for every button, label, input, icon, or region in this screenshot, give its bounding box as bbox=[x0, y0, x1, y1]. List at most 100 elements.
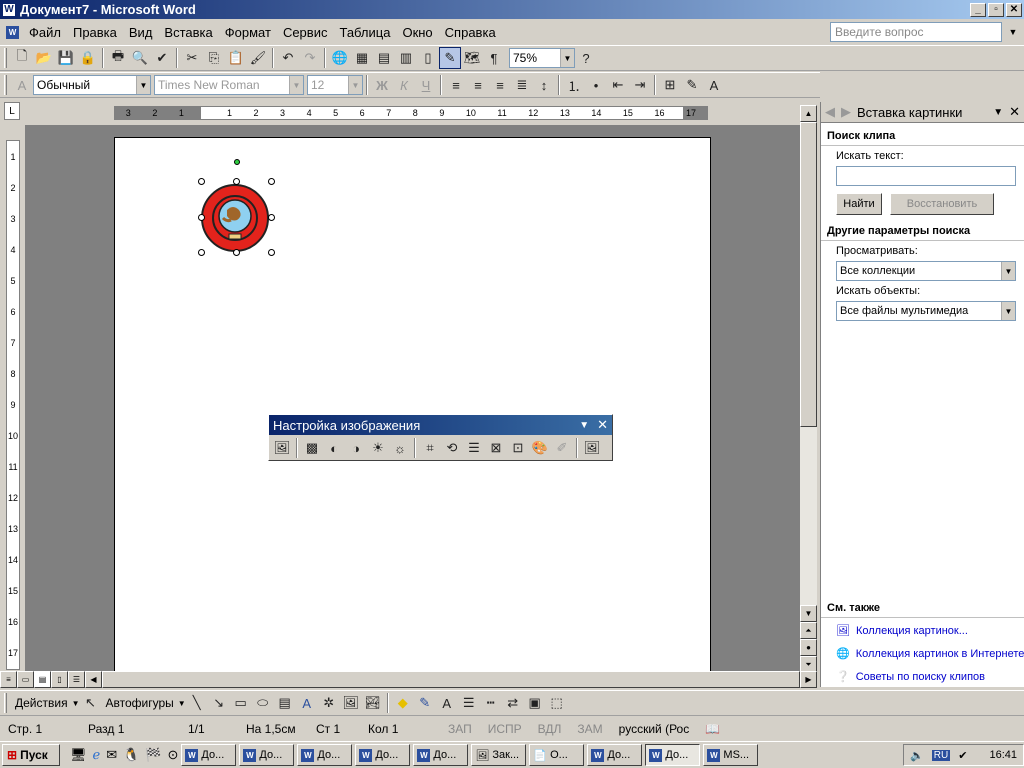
undo-icon[interactable]: ↶ bbox=[277, 47, 299, 69]
tables-borders-icon[interactable]: ▦ bbox=[351, 47, 373, 69]
toolbar-grip[interactable] bbox=[4, 48, 7, 68]
insert-picture-icon[interactable]: 🖼 bbox=[271, 437, 293, 459]
collections-select[interactable]: Все коллекции ▼ bbox=[836, 261, 1016, 281]
resize-handle[interactable] bbox=[233, 178, 240, 185]
search-text-input[interactable] bbox=[836, 166, 1016, 186]
numbering-icon[interactable]: ⒈ bbox=[563, 74, 585, 96]
taskbar-button[interactable]: W До... bbox=[587, 744, 643, 766]
web-view-icon[interactable]: ▭ bbox=[17, 671, 34, 688]
align-right-icon[interactable]: ≡ bbox=[489, 74, 511, 96]
select-browse-object-icon[interactable]: ● bbox=[800, 639, 817, 656]
ask-question-input[interactable]: Введите вопрос bbox=[830, 22, 1002, 42]
text-box-icon[interactable]: ▤ bbox=[274, 692, 296, 714]
vertical-ruler[interactable]: 1 2 3 4 5 6 7 8 9 10 11 12 13 14 15 16 1… bbox=[6, 140, 20, 670]
close-icon[interactable]: ✕ bbox=[597, 417, 608, 433]
rotate-handle[interactable] bbox=[234, 159, 240, 165]
insert-picture-icon[interactable]: 🏞 bbox=[362, 692, 384, 714]
clips-online-link[interactable]: 🌐 Коллекция картинок в Интернете bbox=[836, 647, 1024, 661]
resize-handle[interactable] bbox=[268, 214, 275, 221]
format-picture-icon[interactable]: 🎨 bbox=[529, 437, 551, 459]
spelling-icon[interactable]: ✔ bbox=[151, 47, 173, 69]
less-contrast-icon[interactable]: ◑ bbox=[345, 437, 367, 459]
media-type-select[interactable]: Все файлы мультимедиа ▼ bbox=[836, 301, 1016, 321]
quicklaunch2-icon[interactable]: 🏁 bbox=[145, 747, 161, 763]
crop-icon[interactable]: ⌗ bbox=[419, 437, 441, 459]
close-icon[interactable]: ✕ bbox=[1009, 104, 1020, 120]
horizontal-ruler[interactable]: 3 2 1 1 2 3 4 5 6 7 8 9 10 11 12 13 14 1… bbox=[114, 106, 708, 120]
outline-view-icon[interactable]: ☰ bbox=[68, 671, 85, 688]
resize-handle[interactable] bbox=[198, 178, 205, 185]
wordart-icon[interactable]: A bbox=[296, 692, 318, 714]
align-center-icon[interactable]: ≡ bbox=[467, 74, 489, 96]
insert-table-icon[interactable]: ▤ bbox=[373, 47, 395, 69]
clipart-globe[interactable] bbox=[199, 182, 271, 254]
diagram-icon[interactable]: ✲ bbox=[318, 692, 340, 714]
redo-icon[interactable]: ↷ bbox=[299, 47, 321, 69]
align-left-icon[interactable]: ≡ bbox=[445, 74, 467, 96]
borders-icon[interactable]: ⊞ bbox=[659, 74, 681, 96]
text-wrapping-icon[interactable]: ⊡ bbox=[507, 437, 529, 459]
toolbar-grip[interactable] bbox=[4, 75, 7, 95]
3d-icon[interactable]: ⬚ bbox=[546, 692, 568, 714]
taskbar-button[interactable]: W До... bbox=[181, 744, 237, 766]
autoshapes-menu[interactable]: Автофигуры bbox=[102, 696, 178, 710]
save-icon[interactable]: 💾 bbox=[55, 47, 77, 69]
resize-handle[interactable] bbox=[198, 214, 205, 221]
status-rec[interactable]: ЗАП bbox=[440, 722, 480, 736]
print-preview-icon[interactable]: 🔍 bbox=[129, 47, 151, 69]
quicklaunch3-icon[interactable]: ⊙ bbox=[168, 747, 179, 763]
scroll-down-icon[interactable]: ▼ bbox=[800, 605, 817, 622]
chevron-down-icon[interactable]: ▼ bbox=[993, 107, 1003, 118]
maximize-button[interactable]: ▫ bbox=[988, 2, 1004, 17]
volume-icon[interactable]: 🔈 bbox=[910, 749, 924, 762]
menu-help[interactable]: Справка bbox=[439, 25, 502, 40]
taskbar-button-active[interactable]: W До... bbox=[645, 744, 701, 766]
taskbar-button[interactable]: W До... bbox=[355, 744, 411, 766]
spelling-status-icon[interactable]: 📖 bbox=[697, 722, 728, 736]
line-spacing-icon[interactable]: ↕ bbox=[533, 74, 555, 96]
reading-layout-icon[interactable]: ▯ bbox=[51, 671, 68, 688]
ie-icon[interactable]: ℯ bbox=[93, 747, 101, 763]
toolbar-grip[interactable] bbox=[4, 693, 7, 713]
taskbar-button[interactable]: W До... bbox=[239, 744, 295, 766]
status-trk[interactable]: ИСПР bbox=[480, 722, 530, 736]
font-size-select[interactable]: 12 ▼ bbox=[307, 75, 363, 95]
prev-page-icon[interactable]: ⏶ bbox=[800, 622, 817, 639]
resize-handle[interactable] bbox=[198, 249, 205, 256]
styles-icon[interactable]: A bbox=[11, 74, 33, 96]
taskbar-button[interactable]: W До... bbox=[413, 744, 469, 766]
zoom-select[interactable]: 75% ▼ bbox=[509, 48, 575, 68]
oval-icon[interactable]: ⬭ bbox=[252, 692, 274, 714]
find-button[interactable]: Найти bbox=[836, 193, 882, 215]
line-color-icon[interactable]: ✎ bbox=[414, 692, 436, 714]
line-style-icon[interactable]: ☰ bbox=[458, 692, 480, 714]
reset-picture-icon[interactable]: 🖼 bbox=[581, 437, 603, 459]
start-button[interactable]: ⊞ Пуск bbox=[2, 744, 60, 766]
new-icon[interactable]: 🗋 bbox=[11, 47, 33, 69]
resize-handle[interactable] bbox=[233, 249, 240, 256]
rectangle-icon[interactable]: ▭ bbox=[230, 692, 252, 714]
highlight-icon[interactable]: ✎ bbox=[681, 74, 703, 96]
close-button[interactable]: ✕ bbox=[1006, 2, 1022, 17]
format-painter-icon[interactable]: 🖌 bbox=[247, 47, 269, 69]
language-indicator[interactable]: RU bbox=[931, 749, 951, 761]
copy-icon[interactable]: ⎘ bbox=[203, 47, 225, 69]
insert-excel-icon[interactable]: ▥ bbox=[395, 47, 417, 69]
picture-toolbar-caption[interactable]: Настройка изображения ▼ ✕ bbox=[269, 415, 612, 435]
more-brightness-icon[interactable]: ☀ bbox=[367, 437, 389, 459]
font-color-icon[interactable]: A bbox=[703, 74, 725, 96]
normal-view-icon[interactable]: ≡ bbox=[0, 671, 17, 688]
menu-format[interactable]: Формат bbox=[219, 25, 277, 40]
menu-edit[interactable]: Правка bbox=[67, 25, 123, 40]
dash-style-icon[interactable]: ┅ bbox=[480, 692, 502, 714]
compress-icon[interactable]: ⊠ bbox=[485, 437, 507, 459]
tab-selector[interactable]: L bbox=[4, 102, 20, 120]
forward-icon[interactable]: ▶ bbox=[841, 104, 851, 120]
minimize-button[interactable]: _ bbox=[970, 2, 986, 17]
status-ovr[interactable]: ЗАМ bbox=[569, 722, 610, 736]
restore-button[interactable]: Восстановить bbox=[890, 193, 994, 215]
scroll-left-icon[interactable]: ◀ bbox=[85, 671, 102, 688]
resize-handle[interactable] bbox=[268, 249, 275, 256]
document-map-icon[interactable]: 🗺 bbox=[461, 47, 483, 69]
set-transparent-icon[interactable]: ✐ bbox=[551, 437, 573, 459]
